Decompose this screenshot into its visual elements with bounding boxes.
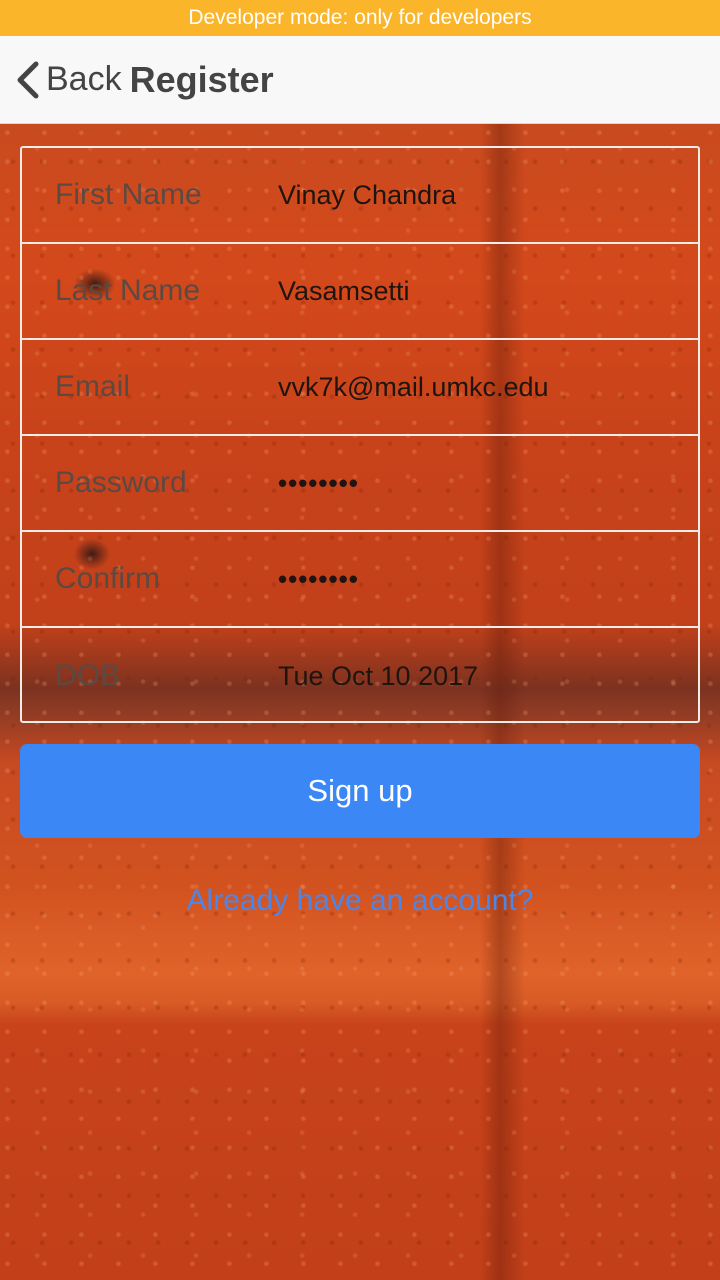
last-name-field[interactable]: Last Name Vasamsetti: [22, 244, 698, 340]
already-have-account-link[interactable]: Already have an account?: [0, 878, 720, 924]
dob-input[interactable]: Tue Oct 10 2017: [278, 628, 478, 724]
sign-up-button[interactable]: Sign up: [20, 744, 700, 838]
last-name-label: Last Name: [55, 274, 201, 307]
developer-mode-text: Developer mode: only for developers: [188, 6, 532, 29]
first-name-label: First Name: [55, 178, 202, 211]
page-title: Register: [129, 58, 274, 100]
password-label: Password: [55, 466, 187, 499]
chevron-left-icon: [14, 60, 42, 100]
password-field[interactable]: Password ••••••••: [22, 436, 698, 532]
sign-up-label: Sign up: [307, 773, 413, 808]
first-name-input[interactable]: Vinay Chandra: [278, 148, 456, 242]
registration-form: First Name Vinay Chandra Last Name Vasam…: [20, 146, 700, 723]
password-input[interactable]: ••••••••: [278, 436, 359, 530]
email-label: Email: [55, 370, 131, 403]
back-label: Back: [46, 60, 122, 98]
navigation-bar: Back Register: [0, 36, 720, 124]
last-name-input[interactable]: Vasamsetti: [278, 244, 410, 338]
dob-label: DOB: [55, 659, 121, 692]
confirm-password-field[interactable]: Confirm ••••••••: [22, 532, 698, 628]
first-name-field[interactable]: First Name Vinay Chandra: [22, 148, 698, 244]
developer-mode-banner: Developer mode: only for developers: [0, 0, 720, 36]
dob-field[interactable]: DOB Tue Oct 10 2017: [22, 628, 698, 724]
email-field[interactable]: Email vvk7k@mail.umkc.edu: [22, 340, 698, 436]
email-input[interactable]: vvk7k@mail.umkc.edu: [278, 340, 549, 434]
back-button[interactable]: Back: [14, 60, 122, 100]
confirm-password-input[interactable]: ••••••••: [278, 532, 359, 626]
confirm-label: Confirm: [55, 562, 161, 595]
